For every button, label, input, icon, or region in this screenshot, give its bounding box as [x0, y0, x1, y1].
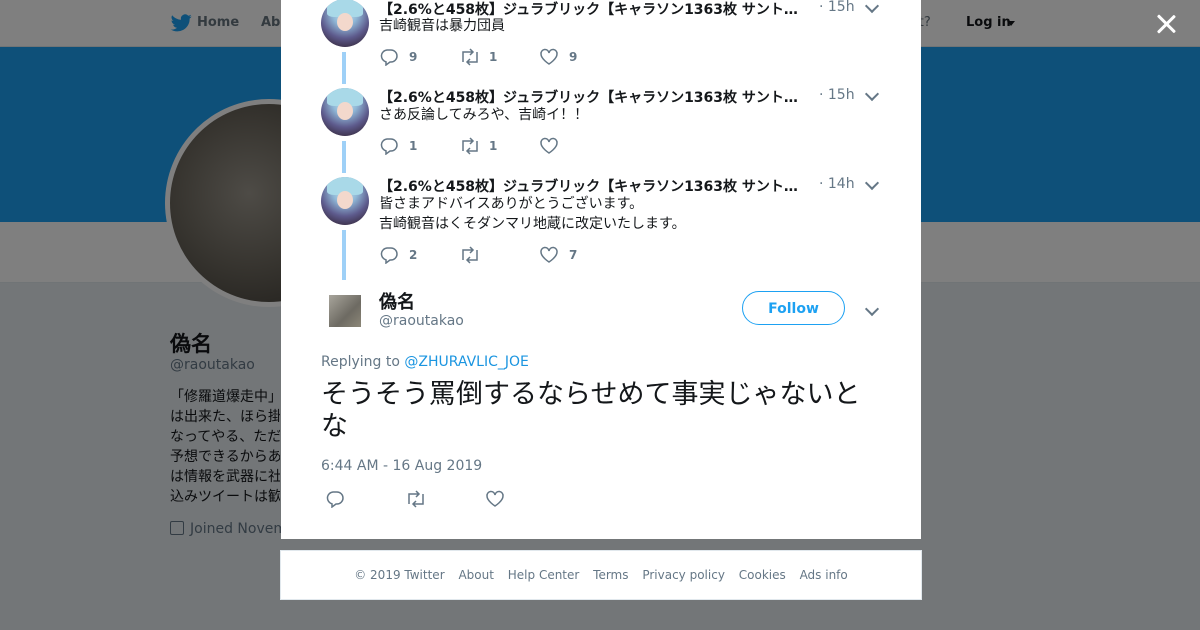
replying-to: Replying to @ZHURAVLIC_JOE [321, 354, 529, 370]
retweet-icon [408, 490, 424, 508]
thread-connector-line [342, 52, 346, 84]
avatar-face [337, 13, 353, 31]
replying-to-label: Replying to [321, 354, 400, 370]
heart-icon [540, 137, 558, 154]
close-icon[interactable] [1154, 12, 1178, 36]
reply-text: さあ反論してみろや、吉崎イ！！ [379, 107, 589, 123]
footer-link-about[interactable]: About [458, 568, 493, 582]
retweet-count: 1 [489, 139, 498, 153]
footer-link-cookies[interactable]: Cookies [739, 568, 786, 582]
thread-connector-line [342, 141, 346, 173]
reply-author-name[interactable]: 【2.6%と458枚】ジュラブリック【キャラソン1363枚 サントラ67... [379, 87, 811, 107]
reply-text: 皆さまアドバイスありがとうございます。 [379, 196, 644, 212]
reply-timestamp[interactable]: · 15h [819, 0, 855, 15]
reply-timestamp[interactable]: · 14h [819, 176, 855, 192]
chevron-down-icon[interactable] [864, 0, 880, 14]
retweet-count: 1 [489, 50, 498, 64]
author-handle[interactable]: @raoutakao [379, 313, 464, 329]
heart-icon [540, 246, 558, 263]
reply-avatar[interactable] [321, 177, 369, 225]
chevron-down-icon[interactable] [864, 301, 880, 317]
avatar-face [337, 191, 353, 209]
reply-icon [380, 138, 398, 155]
reply-timestamp[interactable]: · 15h [819, 87, 855, 103]
chevron-down-icon[interactable] [864, 86, 880, 102]
like-count: 9 [569, 50, 578, 64]
avatar-face [337, 102, 353, 120]
reply-avatar[interactable] [321, 88, 369, 136]
footer-link-terms[interactable]: Terms [593, 568, 628, 582]
site-footer: © 2019 Twitter About Help Center Terms P… [280, 550, 922, 600]
thread-connector-line [342, 230, 346, 280]
author-avatar[interactable] [329, 295, 361, 327]
tweet-text: そうそう罵倒するならせめて事実じゃないとな [321, 379, 861, 442]
reply-icon [380, 49, 398, 66]
reply-text: 吉崎観音は暴力団員 [379, 18, 505, 34]
tweet-timestamp[interactable]: 6:44 AM - 16 Aug 2019 [321, 458, 482, 474]
reply-icon [326, 491, 344, 508]
author-name[interactable]: 偽名 [379, 288, 415, 314]
retweet-icon [462, 137, 478, 155]
footer-link-help-center[interactable]: Help Center [508, 568, 580, 582]
heart-icon [486, 490, 504, 507]
reply-count: 9 [409, 50, 418, 64]
tweet-modal: 【2.6%と458枚】ジュラブリック【キャラソン1363枚 サントラ67... … [281, 0, 921, 539]
replying-to-link[interactable]: @ZHURAVLIC_JOE [404, 354, 528, 370]
footer-link-ads-info[interactable]: Ads info [800, 568, 848, 582]
reply-count: 1 [409, 139, 418, 153]
follow-button[interactable]: Follow [742, 291, 845, 325]
retweet-icon [462, 246, 478, 264]
reply-icon [380, 247, 398, 264]
like-count: 7 [569, 248, 578, 262]
reply-text: 吉崎観音はくそダンマリ地蔵に改定いたします。 [379, 216, 686, 232]
reply-avatar[interactable] [321, 0, 369, 47]
footer-link-privacy[interactable]: Privacy policy [642, 568, 725, 582]
reply-author-name[interactable]: 【2.6%と458枚】ジュラブリック【キャラソン1363枚 サントラ67... [379, 176, 811, 196]
retweet-icon [462, 48, 478, 66]
reply-count: 2 [409, 248, 418, 262]
heart-icon [540, 48, 558, 65]
chevron-down-icon[interactable] [864, 175, 880, 191]
footer-copyright: © 2019 Twitter [354, 568, 445, 582]
